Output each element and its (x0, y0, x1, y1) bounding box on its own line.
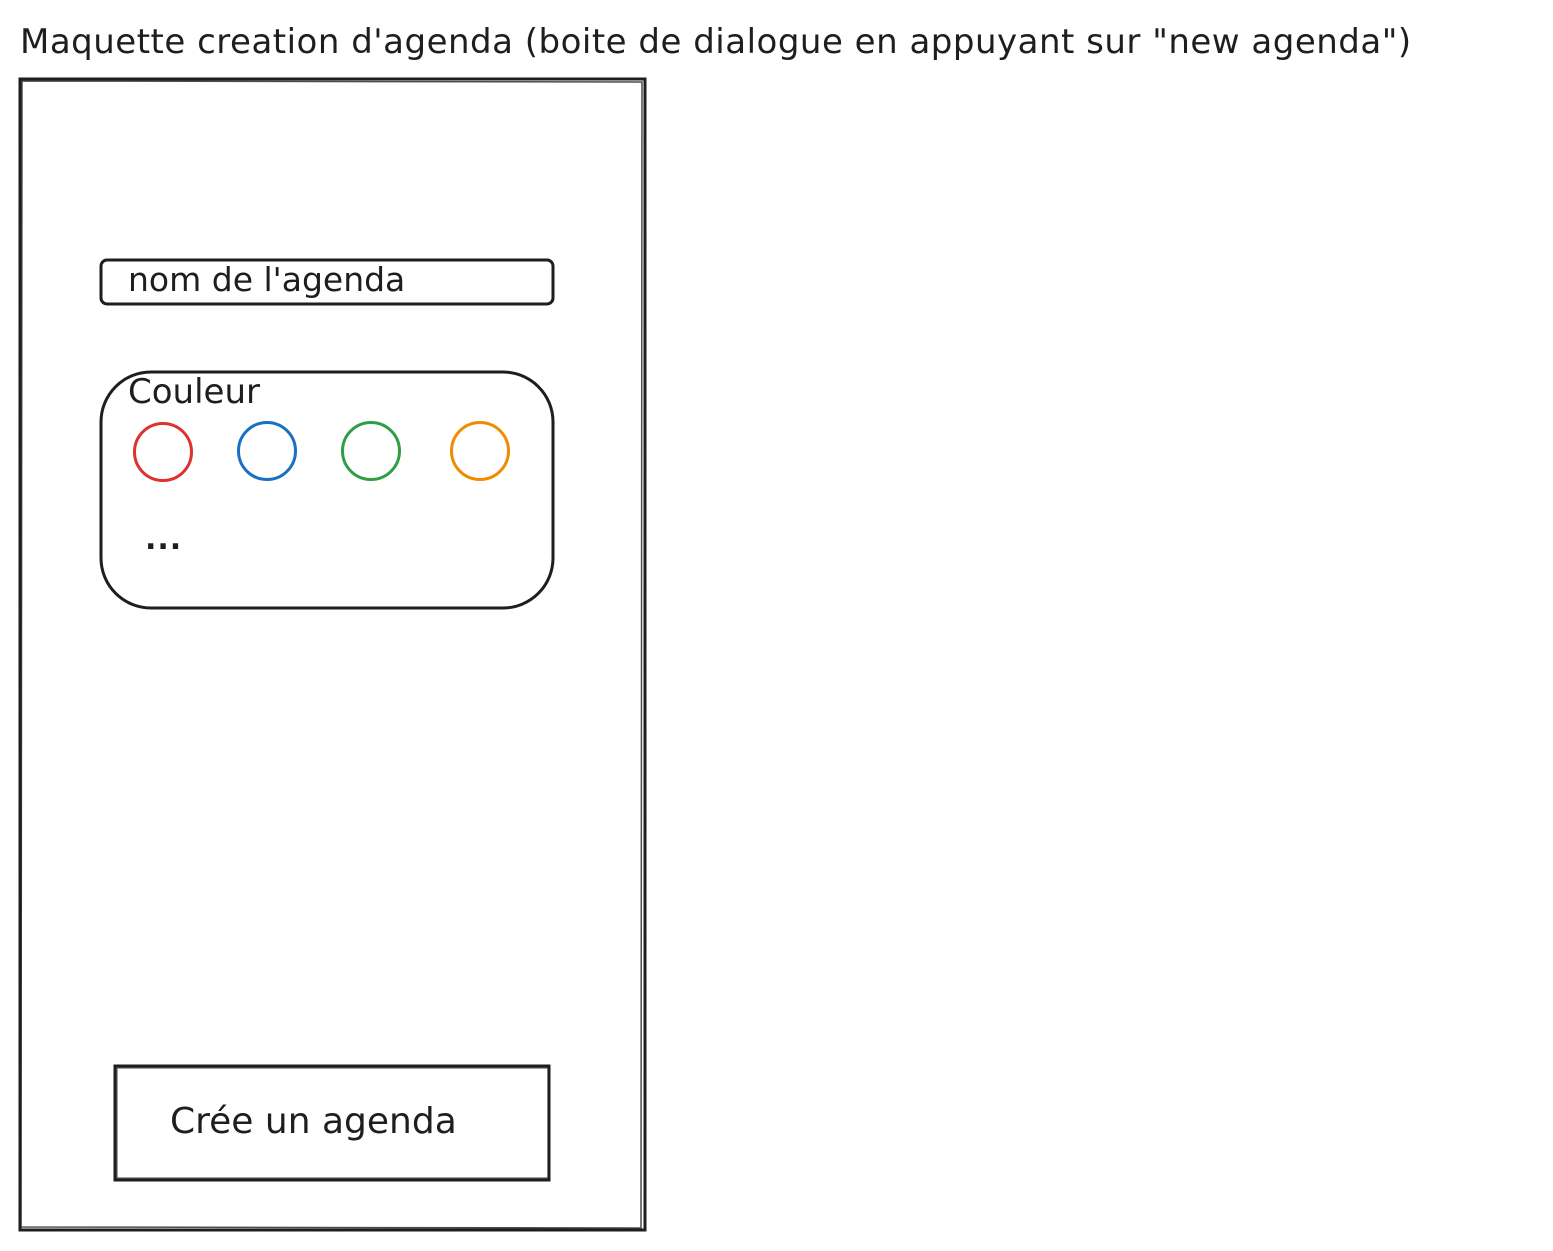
create-agenda-button-label: Crée un agenda (170, 1101, 457, 1142)
color-swatch-blue[interactable] (237, 421, 297, 481)
more-colors-ellipsis[interactable]: ... (145, 522, 182, 557)
dialog-frame (20, 80, 644, 1230)
color-swatch-orange[interactable] (450, 421, 510, 481)
color-swatch-red[interactable] (133, 422, 193, 482)
agenda-name-placeholder: nom de l'agenda (128, 260, 406, 299)
color-swatch-green[interactable] (341, 421, 401, 481)
color-section-label: Couleur (128, 372, 260, 412)
